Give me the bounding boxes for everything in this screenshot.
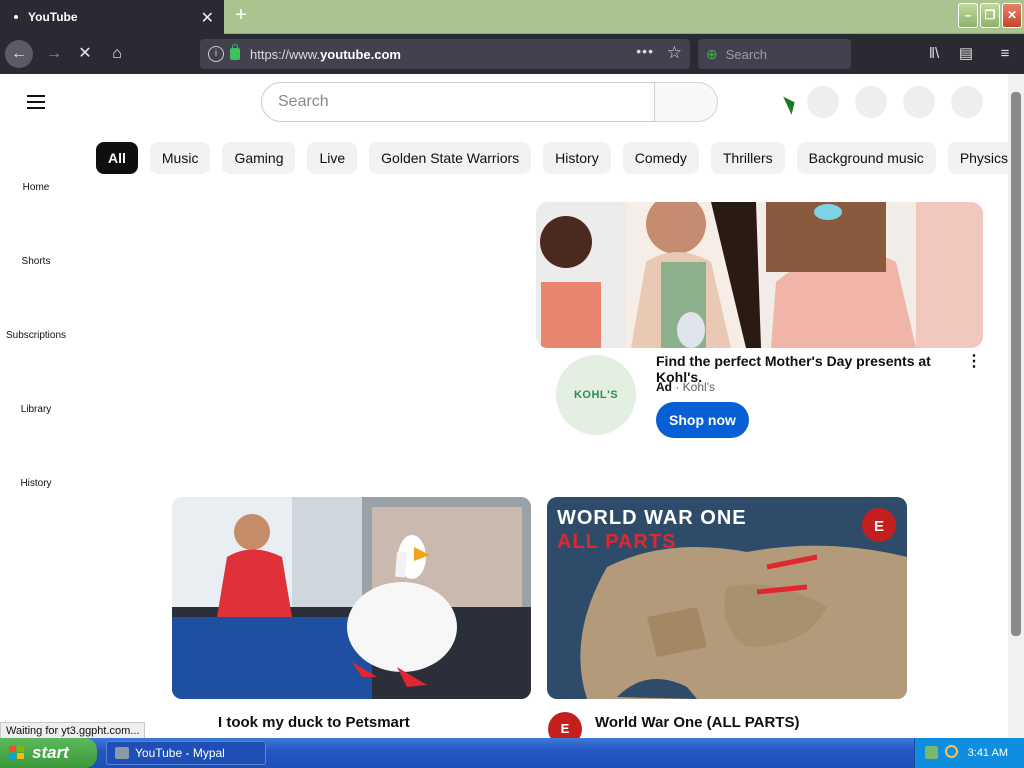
thumbnail-text-line1: WORLD WAR ONE [557,507,747,529]
chip-golden-state-warriors[interactable]: Golden State Warriors [369,142,532,174]
chip-comedy[interactable]: Comedy [622,142,699,174]
close-window-button[interactable]: ✕ [1002,3,1022,28]
search-button[interactable] [654,82,718,122]
taskbar-item-browser[interactable]: YouTube - Mypal [106,741,266,765]
tab-title: YouTube [28,10,78,24]
kohls-logo[interactable]: KOHL'S [556,355,636,435]
screen: YouTube ✕ + – ❐ ✕ ← → ✕ ⌂ i https://www.… [0,0,1024,768]
menu-icon[interactable]: ≡ [991,40,1019,68]
minimize-button[interactable]: – [958,3,978,28]
bookmark-star-icon[interactable]: ☆ [667,43,682,63]
chip-all[interactable]: All [96,142,138,174]
browser-search-placeholder: Search [725,46,767,62]
video-title[interactable]: World War One (ALL PARTS) [595,714,799,731]
chip-music[interactable]: Music [149,142,211,174]
browser-tab-youtube[interactable]: YouTube ✕ [0,0,224,34]
ad-advertiser: Kohl's [682,380,715,394]
search-input[interactable]: Search [261,82,655,122]
sidebar-toggle-icon[interactable]: ▤ [952,40,980,68]
guide-menu-icon[interactable] [27,95,45,109]
sidebar-item-history[interactable]: History [0,478,72,489]
page-scrollbar[interactable] [1008,74,1024,738]
tray-search-icon[interactable] [945,745,958,758]
sidebar-item-library[interactable]: Library [0,404,72,415]
windows-logo-icon [9,746,24,759]
ad-meta: Ad · Kohl's [656,380,715,394]
stop-loading-icon[interactable]: ✕ [71,40,99,68]
svg-text:E: E [874,518,884,535]
tray-clock[interactable]: 3:41 AM [968,747,1008,759]
shop-now-button[interactable]: Shop now [656,402,749,438]
chip-physics[interactable]: Physics [947,142,1008,174]
tray-app-icon[interactable] [925,746,938,759]
new-tab-button[interactable]: + [230,4,252,26]
library-icon[interactable]: ‖\ [920,40,948,68]
tab-close-icon[interactable]: ✕ [201,8,214,28]
window-controls: – ❐ ✕ [958,3,1022,28]
system-tray: 3:41 AM [914,738,1024,768]
home-icon[interactable]: ⌂ [103,40,131,68]
header-icon-placeholder[interactable] [903,86,935,118]
thumbnail-text-line2: ALL PARTS [557,531,677,553]
ad-badge: Ad [656,380,672,394]
chip-live[interactable]: Live [307,142,358,174]
video-thumbnail-duck[interactable] [172,497,531,699]
browser-app-icon [115,747,129,759]
scrollbar-thumb[interactable] [1011,92,1021,636]
status-bar: Waiting for yt3.ggpht.com... [0,722,146,738]
sidebar-item-home[interactable]: Home [0,182,72,193]
browser-tabstrip: YouTube ✕ + – ❐ ✕ [0,0,1024,34]
video-thumbnail-ww1[interactable]: E WORLD WAR ONE ALL PARTS [547,497,907,699]
header-icon-placeholder[interactable] [855,86,887,118]
search-engine-icon: ⊕ [706,45,718,62]
start-label: start [32,743,69,762]
sidebar-item-shorts[interactable]: Shorts [0,256,72,267]
avatar[interactable] [951,86,983,118]
page-actions-icon[interactable]: ••• [636,43,654,59]
start-button[interactable]: start [0,738,97,768]
chip-background-music[interactable]: Background music [796,142,936,174]
forward-arrow-icon[interactable]: → [40,40,68,68]
chip-thrillers[interactable]: Thrillers [710,142,785,174]
mouse-cursor-icon [783,93,799,115]
url-text: https://www.youtube.com [250,46,401,62]
chip-gaming[interactable]: Gaming [222,142,296,174]
ad-thumbnail[interactable] [536,202,983,348]
more-options-icon[interactable]: ⋮ [966,351,982,371]
tab-audio-dot-icon [14,15,18,19]
channel-avatar[interactable]: E [548,712,582,738]
maximize-button[interactable]: ❐ [980,3,1000,28]
url-bar[interactable]: i https://www.youtube.com ••• ☆ [200,39,690,69]
windows-taskbar: start YouTube - Mypal 3:41 AM [0,738,1024,768]
browser-search-field[interactable]: ⊕ Search [698,39,851,69]
back-arrow-icon[interactable]: ← [5,40,33,68]
taskbar-item-label: YouTube - Mypal [135,746,225,760]
header-icon-placeholder[interactable] [807,86,839,118]
youtube-page: Search All Music Gaming Live Golden Stat… [0,74,1008,738]
secure-lock-icon [230,44,240,60]
browser-navbar: ← → ✕ ⌂ i https://www.youtube.com ••• ☆ … [0,34,1024,74]
site-info-icon[interactable]: i [208,46,224,62]
video-title[interactable]: I took my duck to Petsmart [218,714,410,731]
chip-history[interactable]: History [543,142,611,174]
filter-chips: All Music Gaming Live Golden State Warri… [96,142,1008,174]
sidebar-item-subscriptions[interactable]: Subscriptions [0,330,72,341]
